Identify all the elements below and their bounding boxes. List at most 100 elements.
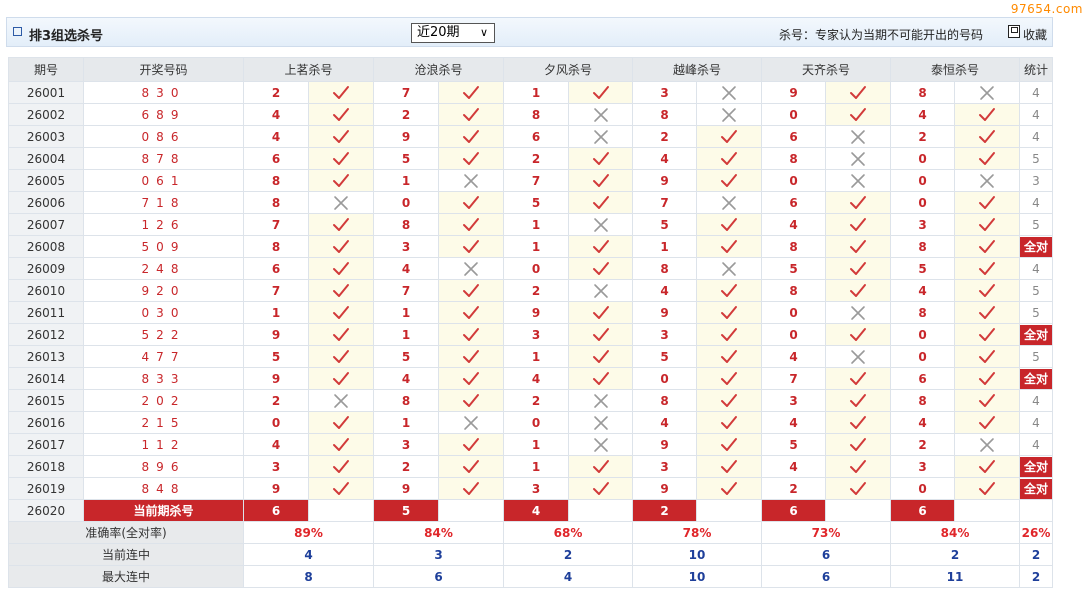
check-icon xyxy=(979,481,995,495)
check-icon xyxy=(333,151,349,165)
stat-cell: 全对 xyxy=(1019,477,1053,500)
check-icon xyxy=(979,283,995,297)
kill-number-cell: 9 xyxy=(243,323,309,346)
chevron-down-icon: ∨ xyxy=(479,26,488,39)
kill-number-cell: 0 xyxy=(503,257,569,280)
kill-number-cell: 8 xyxy=(243,235,309,258)
draw-number-cell: 030 xyxy=(83,301,244,324)
kill-number-cell: 4 xyxy=(373,367,439,390)
kill-result-cell xyxy=(568,323,633,346)
kill-result-cell xyxy=(308,235,374,258)
kill-result-cell xyxy=(438,147,504,170)
period-select[interactable]: 近20期 ∨ xyxy=(411,23,495,43)
col-header-draw: 开奖号码 xyxy=(83,57,244,82)
cross-icon xyxy=(851,151,865,166)
kill-number-cell: 3 xyxy=(503,323,569,346)
table-row: 26018 896 3 2 1 3 4 3 全对 xyxy=(8,455,1053,478)
check-icon xyxy=(463,459,479,473)
kill-number-cell: 1 xyxy=(373,411,439,434)
current-streak-row: 当前连中 4 3 2 10 6 2 2 xyxy=(8,543,1053,566)
table-row: 26019 848 9 9 3 9 2 0 全对 xyxy=(8,477,1053,500)
kill-result-cell xyxy=(696,169,762,192)
kill-number-cell: 2 xyxy=(373,455,439,478)
kill-result-cell xyxy=(568,279,633,302)
col-header-expert: 天齐杀号 xyxy=(761,57,891,82)
kill-result-cell xyxy=(825,191,891,214)
check-icon xyxy=(463,151,479,165)
check-icon xyxy=(979,217,995,231)
check-icon xyxy=(463,85,479,99)
kill-result-cell xyxy=(825,389,891,412)
kill-result-cell xyxy=(954,125,1020,148)
draw-number-cell: 830 xyxy=(83,81,244,104)
kill-number-cell: 4 xyxy=(890,103,955,126)
period-cell: 26020 xyxy=(8,499,84,522)
current-kill-blank xyxy=(696,499,762,522)
kill-result-cell xyxy=(308,389,374,412)
current-kill-label: 当前期杀号 xyxy=(83,499,244,522)
kill-number-cell: 0 xyxy=(761,301,826,324)
stat-cell: 5 xyxy=(1019,345,1053,368)
table-row: 26007 126 7 8 1 5 4 3 5 xyxy=(8,213,1053,236)
check-icon xyxy=(333,217,349,231)
kill-number-cell: 0 xyxy=(890,147,955,170)
cross-icon xyxy=(980,437,994,452)
draw-number-cell: 112 xyxy=(83,433,244,456)
stat-cell: 5 xyxy=(1019,213,1053,236)
kill-result-cell xyxy=(825,345,891,368)
table-row: 26016 215 0 1 0 4 4 4 4 xyxy=(8,411,1053,434)
table-row: 26002 689 4 2 8 8 0 4 4 xyxy=(8,103,1053,126)
cross-icon xyxy=(593,283,608,298)
kill-result-cell xyxy=(696,147,762,170)
kill-result-cell xyxy=(568,191,633,214)
cross-icon xyxy=(722,85,736,100)
table-row: 26005 061 8 1 7 9 0 0 3 xyxy=(8,169,1053,192)
kill-result-cell xyxy=(954,433,1020,456)
kill-number-cell: 9 xyxy=(632,301,697,324)
period-cell: 26006 xyxy=(8,191,84,214)
kill-result-cell xyxy=(825,279,891,302)
kill-result-cell xyxy=(568,169,633,192)
cross-icon xyxy=(851,349,865,364)
table-row: 26001 830 2 7 1 3 9 8 4 xyxy=(8,81,1053,104)
kill-result-cell xyxy=(696,389,762,412)
check-icon xyxy=(979,261,995,275)
summary-value: 4 xyxy=(503,565,633,588)
kill-result-cell xyxy=(825,477,891,500)
stat-cell: 全对 xyxy=(1019,455,1053,478)
favorite-link[interactable]: 收藏 xyxy=(1023,26,1047,43)
kill-result-cell xyxy=(308,213,374,236)
check-icon xyxy=(592,481,609,495)
kill-result-cell xyxy=(954,301,1020,324)
period-cell: 26016 xyxy=(8,411,84,434)
kill-result-cell xyxy=(568,81,633,104)
cross-icon xyxy=(851,129,865,144)
kill-number-cell: 3 xyxy=(890,213,955,236)
kill-number-cell: 4 xyxy=(761,213,826,236)
check-icon xyxy=(979,305,995,319)
kill-result-cell xyxy=(954,279,1020,302)
check-icon xyxy=(721,239,737,253)
stat-cell: 4 xyxy=(1019,257,1053,280)
kill-result-cell xyxy=(438,257,504,280)
kill-number-cell: 0 xyxy=(243,411,309,434)
kill-result-cell xyxy=(438,81,504,104)
save-icon[interactable] xyxy=(1008,25,1020,38)
check-icon xyxy=(721,151,737,165)
kill-result-cell xyxy=(825,81,891,104)
kill-number-cell: 1 xyxy=(503,213,569,236)
kill-result-cell xyxy=(308,191,374,214)
cross-icon xyxy=(851,305,865,320)
draw-number-cell: 833 xyxy=(83,367,244,390)
check-icon xyxy=(463,195,479,209)
kill-result-cell xyxy=(308,81,374,104)
table-row: 26015 202 2 8 2 8 3 8 4 xyxy=(8,389,1053,412)
kill-result-cell xyxy=(308,169,374,192)
cross-icon xyxy=(593,129,608,144)
kill-result-cell xyxy=(696,433,762,456)
kill-result-cell xyxy=(438,477,504,500)
check-icon xyxy=(333,173,349,187)
summary-value: 68% xyxy=(503,521,633,544)
kill-result-cell xyxy=(954,191,1020,214)
kill-number-cell: 4 xyxy=(243,103,309,126)
